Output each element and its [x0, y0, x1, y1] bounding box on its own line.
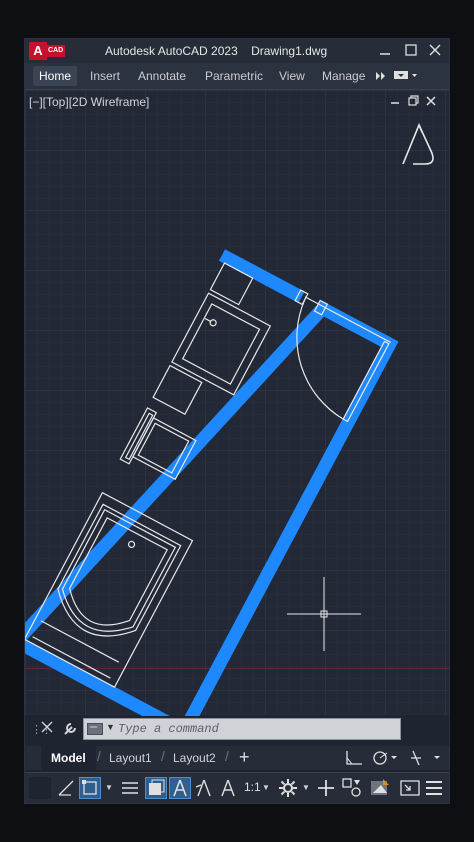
tab-separator: / [97, 748, 101, 764]
tab-separator: / [225, 748, 229, 764]
chevron-down-icon[interactable]: ▼ [302, 783, 310, 792]
snap-mode-button[interactable] [79, 777, 101, 799]
annotation-visibility-button[interactable] [169, 777, 191, 799]
drawing-viewport[interactable]: [−][Top][2D Wireframe] [25, 90, 449, 740]
status-blank-button[interactable] [29, 777, 51, 799]
floor-plan-drawing [25, 122, 434, 740]
layout-tabs: Model / Layout1 / Layout2 / + [25, 746, 449, 770]
snap-square-icon [82, 780, 97, 795]
dynamic-input-icon[interactable] [55, 777, 77, 799]
command-input-box[interactable]: ▼ [83, 718, 401, 740]
autocad-window: A CAD Autodesk AutoCAD 2023 Drawing1.dwg… [24, 38, 450, 804]
polar-tracking-icon[interactable] [371, 749, 401, 767]
command-prompt-icon [87, 723, 103, 735]
menu-icon[interactable] [423, 777, 445, 799]
close-command-line-button[interactable] [41, 720, 53, 737]
chevron-down-icon[interactable]: ▼ [105, 783, 113, 792]
selection-icon [149, 779, 165, 795]
command-line-bar: ⋮⋮ ▼ [25, 716, 449, 744]
isolate-objects-icon[interactable] [341, 777, 363, 799]
crosshair-cursor [287, 577, 361, 651]
wall-outline [25, 249, 399, 740]
clean-screen-icon[interactable] [399, 777, 421, 799]
close-icon [41, 721, 53, 733]
plus-icon[interactable] [315, 777, 337, 799]
annotation-scale-value[interactable]: 1:1 [244, 780, 261, 794]
autocad-watermark-icon [402, 122, 434, 165]
selection-cycling-button[interactable] [145, 777, 167, 799]
ortho-axis-icon[interactable] [343, 749, 365, 767]
gear-icon[interactable] [277, 777, 299, 799]
status-bar: ▼ 1:1 ▼ ▼ [25, 772, 449, 803]
bathroom-plan [25, 249, 399, 740]
customize-button[interactable] [62, 719, 80, 737]
wrench-icon [64, 723, 76, 735]
tab-model[interactable]: Model [41, 746, 96, 770]
annotation-monitor-icon[interactable] [217, 777, 239, 799]
add-layout-button[interactable]: + [239, 747, 250, 768]
tab-layout2[interactable]: Layout2 [173, 746, 216, 770]
hardware-acceleration-icon[interactable] [369, 777, 391, 799]
auto-scale-icon[interactable] [193, 777, 215, 799]
chevron-down-icon[interactable]: ▼ [262, 783, 270, 792]
lineweight-icon[interactable] [119, 777, 141, 799]
snap-settings-icon[interactable] [407, 749, 447, 767]
annotation-scale-icon [173, 779, 187, 797]
command-input[interactable] [118, 719, 398, 739]
tab-separator: / [161, 748, 165, 764]
recent-commands-dropdown-icon[interactable]: ▼ [106, 722, 115, 732]
tab-layout1[interactable]: Layout1 [109, 746, 152, 770]
